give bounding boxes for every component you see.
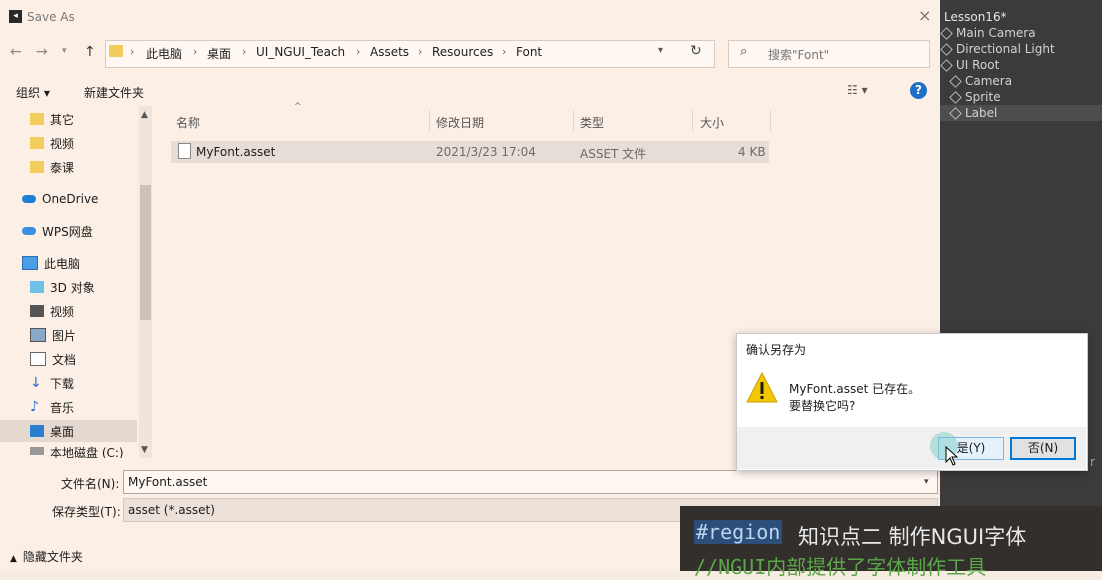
picture-icon [30, 328, 46, 342]
hierarchy-item-sprite[interactable]: Sprite [949, 90, 1001, 104]
refresh-icon[interactable]: ↻ [690, 43, 702, 59]
no-button[interactable]: 否(N) [1010, 437, 1076, 460]
help-icon[interactable]: ? [910, 82, 927, 99]
sort-ascending-icon: ^ [294, 102, 302, 112]
scene-title: Lesson16* [944, 10, 1007, 24]
view-options-icon[interactable]: ☷ ▾ [847, 83, 868, 97]
new-folder-button[interactable]: 新建文件夹 [84, 84, 144, 101]
search-placeholder: 搜索"Font" [768, 48, 830, 62]
filetype-value: asset (*.asset) [128, 503, 215, 517]
gameobject-icon [949, 106, 962, 120]
breadcrumb-project[interactable]: UI_NGUI_Teach [256, 45, 345, 59]
unity-clipped-text: r [1090, 455, 1095, 469]
close-icon[interactable]: × [918, 6, 931, 25]
filename-input[interactable] [123, 470, 938, 494]
gameobject-icon [940, 42, 953, 56]
file-date: 2021/3/23 17:04 [436, 145, 536, 159]
computer-icon [22, 256, 38, 270]
column-header-size[interactable]: 大小 [700, 114, 724, 131]
gameobject-icon [940, 58, 953, 72]
recent-locations-icon[interactable]: ▾ [62, 46, 67, 56]
confirm-question: 要替换它吗? [789, 399, 856, 413]
folder-icon [30, 161, 44, 173]
back-icon[interactable]: ← [10, 44, 22, 60]
scroll-up-icon[interactable]: ▲ [141, 110, 148, 120]
folder-icon [30, 113, 44, 125]
desktop-icon [30, 425, 44, 437]
warning-icon [746, 372, 778, 403]
cube-icon [30, 281, 44, 293]
gameobject-icon [949, 74, 962, 88]
file-name: MyFont.asset [196, 145, 276, 159]
download-icon: ↓ [30, 375, 42, 391]
music-icon: ♪ [30, 399, 39, 415]
cloud-icon [22, 195, 36, 203]
column-header-date[interactable]: 修改日期 [436, 114, 484, 131]
drive-icon [30, 447, 44, 455]
filetype-label: 保存类型(T): [52, 505, 121, 519]
confirm-message: MyFont.asset 已存在。 [789, 382, 921, 396]
chevron-down-icon[interactable]: ▾ [658, 45, 663, 56]
breadcrumb-desktop[interactable]: 桌面 [207, 45, 231, 62]
folder-icon [30, 137, 44, 149]
gameobject-icon [940, 26, 953, 40]
file-type: ASSET 文件 [580, 147, 647, 161]
folder-icon [109, 45, 123, 57]
sidebar-item-onedrive[interactable]: OneDrive [22, 188, 158, 210]
column-header-type[interactable]: 类型 [580, 114, 604, 131]
code-region-heading: 知识点二 制作NGUI字体 [798, 525, 1027, 549]
file-size: 4 KB [738, 145, 766, 159]
hierarchy-item-directional-light[interactable]: Directional Light [940, 42, 1055, 56]
hierarchy-item-label[interactable]: Label [949, 106, 997, 120]
chevron-down-icon[interactable]: ▾ [924, 477, 929, 487]
filename-value: MyFont.asset [128, 475, 208, 489]
breadcrumb-resources[interactable]: Resources [432, 45, 493, 59]
dialog-title: Save As [27, 10, 75, 24]
hierarchy-item-camera[interactable]: Camera [949, 74, 1012, 88]
code-region-keyword: #region [694, 520, 783, 544]
unity-app-icon: ◂ [9, 10, 22, 23]
hierarchy-item-main-camera[interactable]: Main Camera [940, 26, 1036, 40]
breadcrumb-this-pc[interactable]: 此电脑 [146, 45, 182, 62]
file-icon [178, 143, 191, 159]
hierarchy-item-ui-root[interactable]: UI Root [940, 58, 999, 72]
cloud-icon [22, 227, 36, 235]
document-icon [30, 352, 46, 366]
up-icon[interactable]: ↑ [84, 44, 96, 60]
confirm-title: 确认另存为 [746, 343, 807, 357]
sidebar-item-wps[interactable]: WPS网盘 [22, 220, 158, 242]
hide-folders-toggle[interactable]: ▲ 隐藏文件夹 [10, 548, 83, 565]
chevron-up-icon: ▲ [10, 554, 17, 564]
forward-icon[interactable]: → [36, 44, 48, 60]
sidebar-scrollbar-thumb[interactable] [140, 185, 151, 320]
gameobject-icon [949, 90, 962, 104]
sidebar-item-this-pc[interactable]: 此电脑 [22, 252, 158, 274]
filename-label: 文件名(N): [61, 477, 120, 491]
mouse-cursor-icon [945, 446, 959, 466]
breadcrumb-font[interactable]: Font [516, 45, 542, 59]
video-icon [30, 305, 44, 317]
column-header-name[interactable]: 名称 [176, 114, 200, 131]
scroll-down-icon[interactable]: ▼ [141, 445, 148, 455]
code-comment: //NGUI内部提供了字体制作工具 [694, 555, 987, 579]
organize-button[interactable]: 组织 ▾ [16, 84, 50, 101]
breadcrumb-assets[interactable]: Assets [370, 45, 409, 59]
search-icon: ⌕ [740, 44, 748, 59]
